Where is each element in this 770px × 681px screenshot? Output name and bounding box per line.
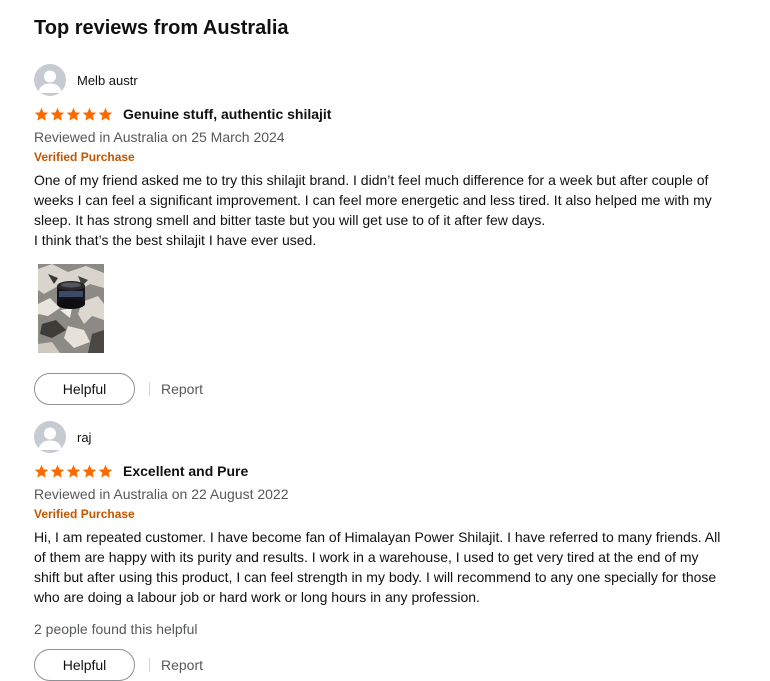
star-icon — [82, 464, 97, 478]
star-rating[interactable] — [34, 464, 113, 479]
review-item: raj Excellent and Pure Reviewed in Austr… — [34, 420, 734, 681]
reviewer-name: Melb austr — [77, 72, 138, 88]
action-divider — [149, 382, 150, 396]
reviews-page: Top reviews from Australia Melb austr Ge… — [0, 0, 770, 681]
helpful-button[interactable]: Helpful — [34, 649, 135, 681]
review-title[interactable]: Genuine stuff, authentic shilajit — [123, 106, 331, 122]
star-icon — [66, 107, 81, 121]
star-rating[interactable] — [34, 107, 113, 122]
avatar-icon — [34, 421, 66, 453]
review-date: Reviewed in Australia on 22 August 2022 — [34, 486, 289, 502]
star-icon — [34, 464, 49, 478]
helpful-button[interactable]: Helpful — [34, 373, 135, 405]
reviewer-name: raj — [77, 429, 92, 445]
review-paragraph: I think that’s the best shilajit I have … — [34, 232, 317, 248]
star-icon — [66, 464, 81, 478]
verified-purchase-badge: Verified Purchase — [34, 507, 135, 521]
review-image-thumbnail[interactable] — [38, 264, 104, 353]
star-icon — [98, 464, 113, 478]
report-link[interactable]: Report — [161, 657, 203, 673]
review-title[interactable]: Excellent and Pure — [123, 463, 248, 479]
star-icon — [34, 107, 49, 121]
star-icon — [50, 464, 65, 478]
star-icon — [50, 107, 65, 121]
verified-purchase-badge: Verified Purchase — [34, 150, 135, 164]
report-link[interactable]: Report — [161, 381, 203, 397]
review-date: Reviewed in Australia on 25 March 2024 — [34, 129, 285, 145]
reviewer-profile[interactable]: Melb austr — [34, 63, 734, 97]
review-body: Hi, I am repeated customer. I have becom… — [34, 527, 724, 607]
action-divider — [149, 658, 150, 672]
review-paragraph: One of my friend asked me to try this sh… — [34, 172, 712, 228]
review-body: One of my friend asked me to try this sh… — [34, 170, 724, 250]
review-item: Melb austr Genuine stuff, authentic shil… — [34, 63, 734, 405]
review-paragraph: Hi, I am repeated customer. I have becom… — [34, 529, 721, 605]
helpful-count: 2 people found this helpful — [34, 621, 198, 637]
star-icon — [82, 107, 97, 121]
avatar-icon — [34, 64, 66, 96]
reviewer-profile[interactable]: raj — [34, 420, 734, 454]
star-icon — [98, 107, 113, 121]
section-title: Top reviews from Australia — [34, 17, 289, 39]
